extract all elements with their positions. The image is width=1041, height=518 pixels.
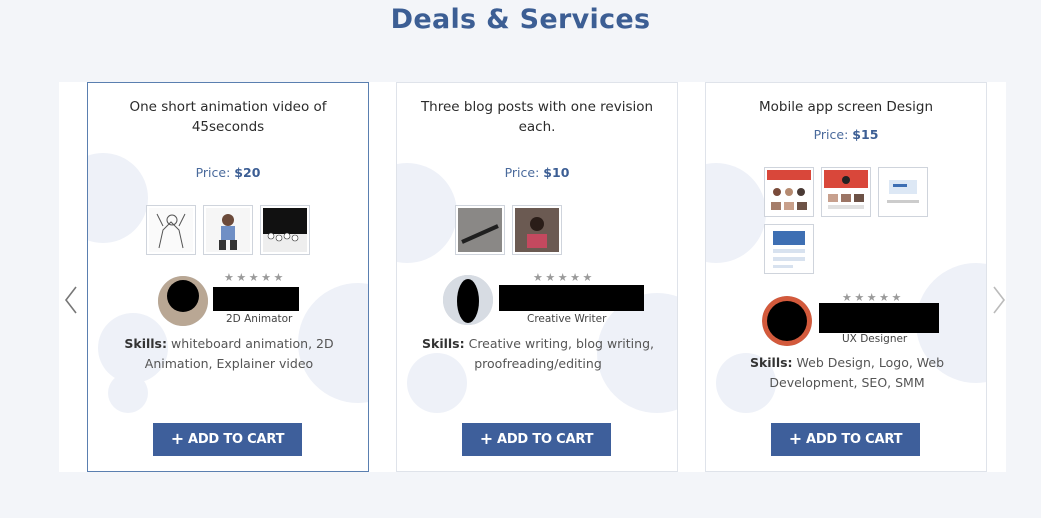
card-price: Price: $15 [813,127,879,142]
add-to-cart-button[interactable]: + ADD TO CART [771,423,920,456]
skills-text: Skills: whiteboard animation, 2D Animati… [124,336,334,371]
app-screen-image [767,170,811,214]
carousel-next-button[interactable] [988,282,1010,318]
card-price: Price: $20 [195,165,261,180]
scene-image [263,208,307,252]
portfolio-thumbnail[interactable] [764,167,814,217]
redacted-name [213,287,299,311]
sketch-image [149,208,193,252]
portfolio-thumbnail[interactable] [512,205,562,255]
freelancer-role: 2D Animator [226,313,293,325]
skills-text: Skills: Creative writing, blog writing, … [422,336,654,371]
avatar [158,276,208,326]
character-image [206,208,250,252]
plus-icon: + [788,428,802,448]
avatar [443,275,493,325]
avatar [762,296,812,346]
deal-card-animation: One short animation video of 45seconds P… [87,82,369,472]
app-screen-image [767,227,811,271]
redacted-name [499,285,644,311]
portfolio-thumbnail[interactable] [764,224,814,274]
portfolio-thumbnail[interactable] [455,205,505,255]
add-to-cart-button[interactable]: + ADD TO CART [462,423,611,456]
card-price: Price: $10 [504,165,570,180]
app-screen-image [881,170,925,214]
card-title: Three blog posts with one revision each. [420,99,654,135]
deal-card-mobile-app: Mobile app screen Design Price: $15 ★★★★… [705,82,987,472]
pen-image [458,208,502,252]
card-title: One short animation video of 45seconds [129,99,327,135]
rating-stars: ★★★★★ [533,272,595,284]
add-to-cart-button[interactable]: + ADD TO CART [153,423,302,456]
deal-card-blog: Three blog posts with one revision each.… [396,82,678,472]
freelancer-role: Creative Writer [527,313,607,325]
skills-text: Skills: Web Design, Logo, Web Developmen… [749,355,945,390]
deals-services-section: Deals & Services One short animation vid… [0,0,1041,518]
app-screen-image [824,170,868,214]
portfolio-thumbnail[interactable] [146,205,196,255]
freelancer-role: UX Designer [842,333,908,345]
portfolio-thumbnail[interactable] [260,205,310,255]
carousel-prev-button[interactable] [60,282,82,318]
portfolio-thumbnail[interactable] [203,205,253,255]
plus-icon: + [170,428,184,448]
person-laptop-image [515,208,559,252]
card-title: Mobile app screen Design [758,99,934,115]
portfolio-thumbnail[interactable] [821,167,871,217]
rating-stars: ★★★★★ [224,272,286,284]
chevron-right-icon [993,286,1006,314]
chevron-left-icon [64,286,77,314]
portfolio-thumbnail[interactable] [878,167,928,217]
section-title: Deals & Services [390,4,651,35]
plus-icon: + [479,428,493,448]
redacted-name [819,303,939,333]
